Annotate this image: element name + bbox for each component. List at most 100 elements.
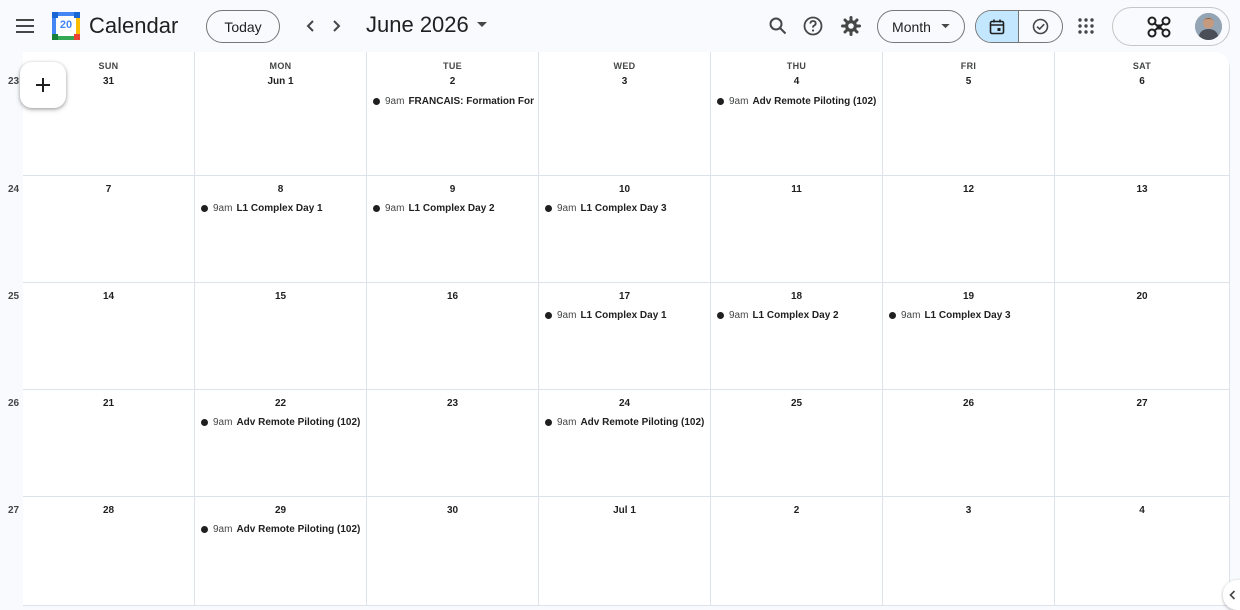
day-number[interactable]: 4 <box>711 76 882 87</box>
settings-button[interactable] <box>835 10 867 42</box>
account-chip[interactable] <box>1112 7 1230 46</box>
day-number[interactable]: 16 <box>367 291 538 302</box>
day-number[interactable]: 25 <box>711 398 882 409</box>
day-cell[interactable]: 13 <box>1055 176 1230 283</box>
day-cell[interactable]: 10 9am L1 Complex Day 3 <box>539 176 711 283</box>
help-button[interactable] <box>797 10 829 42</box>
main-menu-button[interactable] <box>8 8 44 44</box>
day-cell[interactable]: 2 <box>711 497 883 606</box>
day-number[interactable]: 23 <box>367 398 538 409</box>
day-cell[interactable]: 17 9am L1 Complex Day 1 <box>539 283 711 390</box>
search-button[interactable] <box>762 10 794 42</box>
day-number[interactable]: Jun 1 <box>195 76 366 87</box>
event-chip[interactable]: 9am L1 Complex Day 1 <box>201 201 362 215</box>
day-cell[interactable]: TUE 2 9am FRANCAIS: Formation Fon <box>367 52 539 176</box>
day-number[interactable]: 9 <box>367 184 538 195</box>
tasks-view-button[interactable] <box>1019 11 1062 42</box>
day-cell[interactable]: 18 9am L1 Complex Day 2 <box>711 283 883 390</box>
day-number[interactable]: Jul 1 <box>539 505 710 516</box>
day-cell[interactable]: 16 <box>367 283 539 390</box>
date-range-selector[interactable]: June 2026 <box>366 12 487 38</box>
day-number[interactable]: 5 <box>883 76 1054 87</box>
day-cell[interactable]: 15 <box>195 283 367 390</box>
day-cell[interactable]: 23 <box>367 390 539 497</box>
day-cell[interactable]: 30 <box>367 497 539 606</box>
day-cell[interactable]: 4 <box>1055 497 1230 606</box>
day-number[interactable]: 26 <box>883 398 1054 409</box>
day-number[interactable]: 14 <box>23 291 194 302</box>
google-apps-button[interactable] <box>1070 10 1102 42</box>
calendar-logo[interactable]: 20 <box>52 12 80 40</box>
day-number[interactable]: 7 <box>23 184 194 195</box>
day-cell[interactable]: 8 9am L1 Complex Day 1 <box>195 176 367 283</box>
day-cell[interactable]: Jul 1 <box>539 497 711 606</box>
day-number[interactable]: 2 <box>367 76 538 87</box>
day-number[interactable]: 6 <box>1055 76 1229 87</box>
event-chip[interactable]: 9am L1 Complex Day 3 <box>545 201 706 215</box>
day-cell[interactable]: 22 9am Adv Remote Piloting (102) <box>195 390 367 497</box>
day-number[interactable]: 27 <box>1055 398 1229 409</box>
day-cell[interactable]: 20 <box>1055 283 1230 390</box>
event-chip[interactable]: 9am L1 Complex Day 2 <box>717 308 878 322</box>
event-chip[interactable]: 9am Adv Remote Piloting (102) <box>201 415 362 429</box>
week-number[interactable]: 24 <box>4 184 23 195</box>
day-cell[interactable]: WED 3 <box>539 52 711 176</box>
day-cell[interactable]: 28 <box>23 497 195 606</box>
day-number[interactable]: 15 <box>195 291 366 302</box>
day-number[interactable]: 10 <box>539 184 710 195</box>
day-cell[interactable]: 11 <box>711 176 883 283</box>
create-event-button[interactable] <box>20 62 66 108</box>
avatar[interactable] <box>1195 13 1222 40</box>
view-switcher-button[interactable]: Month <box>877 10 965 43</box>
day-number[interactable]: 13 <box>1055 184 1229 195</box>
event-chip[interactable]: 9am Adv Remote Piloting (102) <box>545 415 706 429</box>
caret-down-icon <box>941 24 950 29</box>
day-number[interactable]: 19 <box>883 291 1054 302</box>
day-number[interactable]: 18 <box>711 291 882 302</box>
day-cell[interactable]: 29 9am Adv Remote Piloting (102) <box>195 497 367 606</box>
day-cell[interactable]: MON Jun 1 <box>195 52 367 176</box>
next-month-button[interactable] <box>322 12 350 40</box>
event-chip[interactable]: 9am Adv Remote Piloting (102) <box>717 94 878 108</box>
day-cell[interactable]: 25 <box>711 390 883 497</box>
day-number[interactable]: 4 <box>1055 505 1229 516</box>
event-chip[interactable]: 9am FRANCAIS: Formation Fon <box>373 94 534 108</box>
day-cell[interactable]: 19 9am L1 Complex Day 3 <box>883 283 1055 390</box>
day-cell[interactable]: 21 <box>23 390 195 497</box>
day-number[interactable]: 30 <box>367 505 538 516</box>
day-number[interactable]: 28 <box>23 505 194 516</box>
day-number[interactable]: 11 <box>711 184 882 195</box>
event-chip[interactable]: 9am Adv Remote Piloting (102) <box>201 522 362 536</box>
event-chip[interactable]: 9am L1 Complex Day 2 <box>373 201 534 215</box>
week-number[interactable]: 26 <box>4 398 23 409</box>
event-chip[interactable]: 9am L1 Complex Day 3 <box>889 308 1050 322</box>
previous-month-button[interactable] <box>297 12 325 40</box>
day-number[interactable]: 20 <box>1055 291 1229 302</box>
day-cell[interactable]: 3 <box>883 497 1055 606</box>
day-number[interactable]: 24 <box>539 398 710 409</box>
day-number[interactable]: 3 <box>539 76 710 87</box>
week-number[interactable]: 25 <box>4 291 23 302</box>
day-cell[interactable]: 14 <box>23 283 195 390</box>
day-number[interactable]: 17 <box>539 291 710 302</box>
day-number[interactable]: 8 <box>195 184 366 195</box>
day-cell[interactable]: SAT 6 <box>1055 52 1230 176</box>
day-number[interactable]: 22 <box>195 398 366 409</box>
day-cell[interactable]: 24 9am Adv Remote Piloting (102) <box>539 390 711 497</box>
day-cell[interactable]: 26 <box>883 390 1055 497</box>
day-cell[interactable]: 9 9am L1 Complex Day 2 <box>367 176 539 283</box>
day-number[interactable]: 2 <box>711 505 882 516</box>
day-cell[interactable]: THU 4 9am Adv Remote Piloting (102) <box>711 52 883 176</box>
day-cell[interactable]: 12 <box>883 176 1055 283</box>
day-cell[interactable]: 27 <box>1055 390 1230 497</box>
day-number[interactable]: 3 <box>883 505 1054 516</box>
day-number[interactable]: 12 <box>883 184 1054 195</box>
day-number[interactable]: 21 <box>23 398 194 409</box>
calendar-view-button[interactable] <box>976 11 1020 42</box>
day-cell[interactable]: 7 <box>23 176 195 283</box>
event-chip[interactable]: 9am L1 Complex Day 1 <box>545 308 706 322</box>
day-number[interactable]: 29 <box>195 505 366 516</box>
week-number[interactable]: 27 <box>4 505 23 516</box>
day-cell[interactable]: FRI 5 <box>883 52 1055 176</box>
today-button[interactable]: Today <box>206 10 280 43</box>
